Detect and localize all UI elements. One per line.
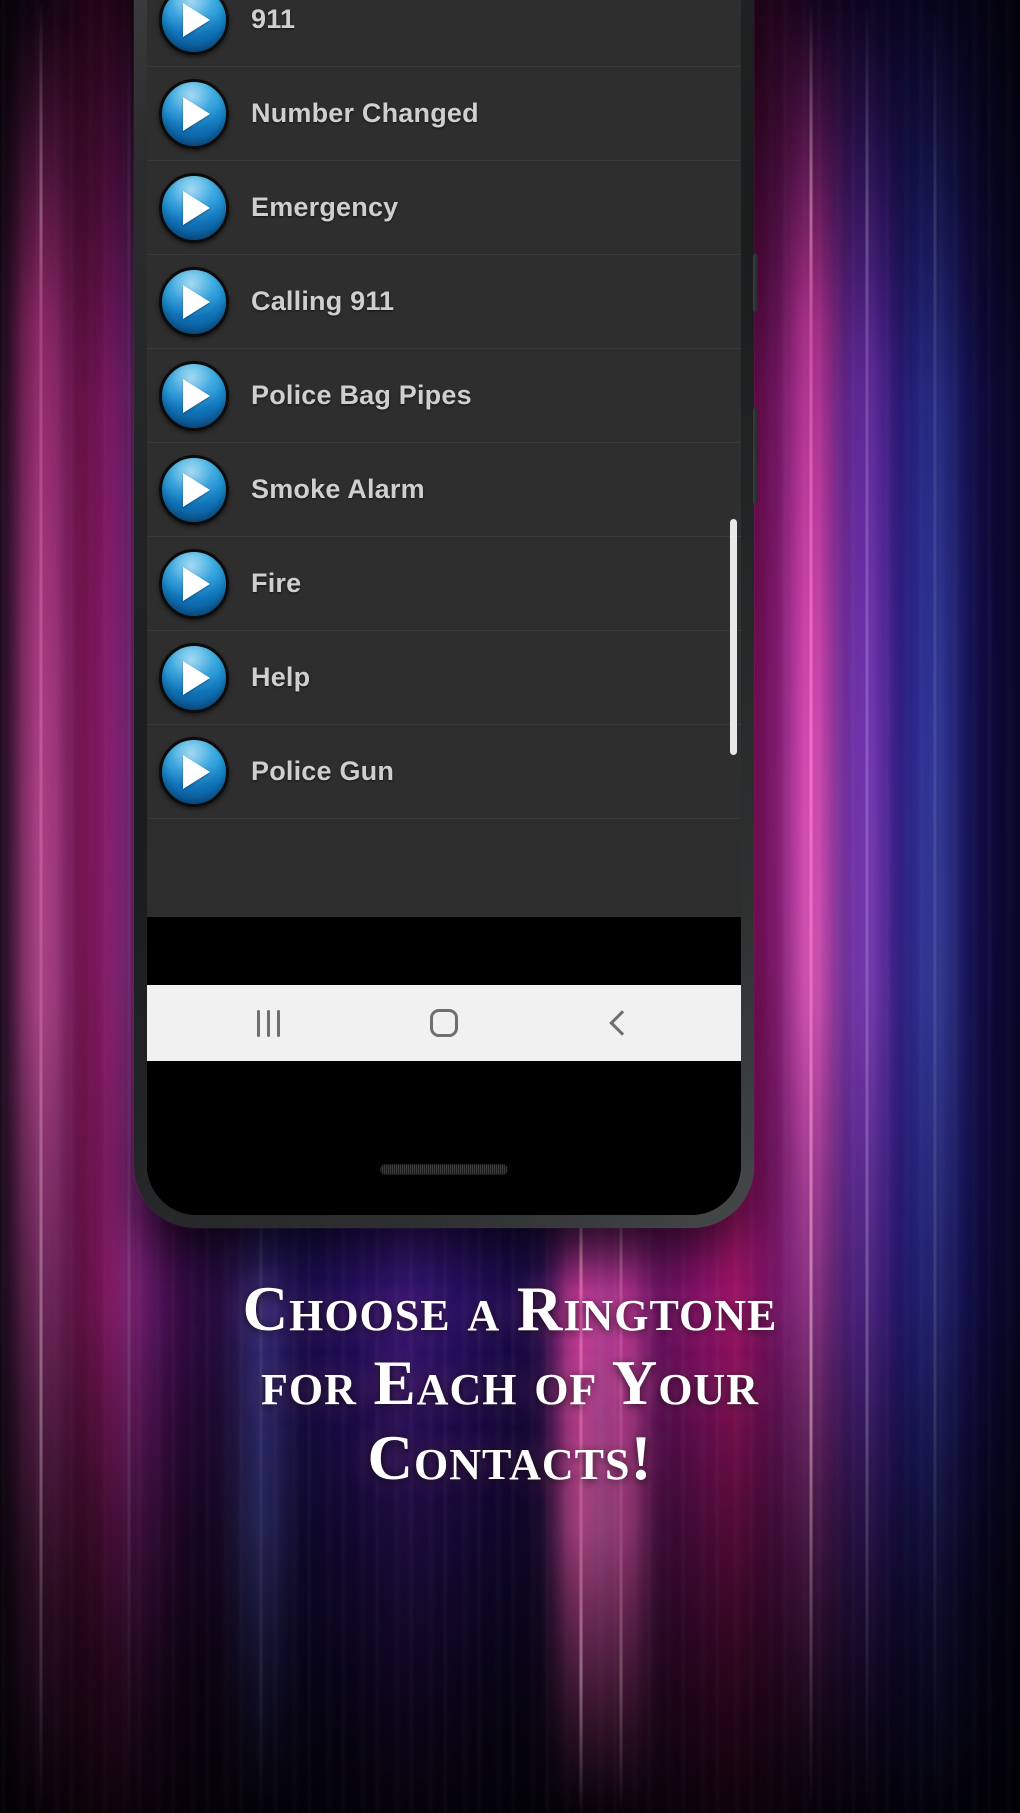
play-icon[interactable]: [159, 78, 229, 149]
ringtone-row[interactable]: Calling 911: [147, 255, 741, 349]
phone-power-button: [753, 254, 758, 312]
play-icon[interactable]: [159, 454, 229, 525]
play-triangle: [183, 284, 210, 319]
play-icon[interactable]: [159, 266, 229, 337]
recents-icon: [257, 1009, 281, 1037]
ringtone-row[interactable]: Fire: [147, 537, 741, 631]
ringtone-row[interactable]: Police Bag Pipes: [147, 349, 741, 443]
play-icon[interactable]: [159, 548, 229, 619]
play-icon[interactable]: [159, 172, 229, 243]
play-triangle: [183, 2, 210, 37]
home-icon: [429, 1009, 458, 1037]
ringtone-label: Emergency: [251, 192, 399, 222]
headline-line-2: for Each of Your: [261, 1348, 759, 1419]
app-screen: Police Ringtones Privacy ? Dad Siren911N…: [147, 0, 741, 1215]
ringtone-label: Police Gun: [251, 756, 395, 786]
ringtone-row[interactable]: 911: [147, 0, 741, 67]
ringtone-label: Police Bag Pipes: [251, 380, 472, 410]
play-icon[interactable]: [159, 360, 229, 431]
ringtone-label: Fire: [251, 568, 302, 598]
navigation-bottom-fill: [147, 1061, 741, 1123]
ringtone-label: 911: [251, 4, 296, 34]
nav-back-button[interactable]: [579, 993, 659, 1053]
ringtone-label: Smoke Alarm: [251, 474, 425, 504]
play-triangle: [183, 754, 210, 789]
phone-screen-bezel: Police Ringtones Privacy ? Dad Siren911N…: [147, 0, 741, 1215]
play-icon[interactable]: [159, 642, 229, 713]
ringtone-row[interactable]: Emergency: [147, 161, 741, 255]
ringtone-label: Calling 911: [251, 286, 395, 316]
phone-bottom-speaker-area: [147, 1123, 741, 1215]
nav-home-button[interactable]: [404, 993, 484, 1053]
ringtone-row[interactable]: Help: [147, 631, 741, 725]
promo-headline: Choose a Ringtone for Each of Your Conta…: [0, 1272, 1020, 1495]
ringtone-label: Number Changed: [251, 98, 479, 128]
system-navigation-bar: [147, 985, 741, 1061]
phone-mockup: Police Ringtones Privacy ? Dad Siren911N…: [134, 0, 758, 1228]
chevron-left-icon: [609, 1010, 635, 1036]
play-triangle: [183, 96, 210, 131]
ringtone-row[interactable]: Police Gun: [147, 725, 741, 819]
play-icon[interactable]: [159, 736, 229, 807]
play-triangle: [183, 566, 210, 601]
ringtone-row[interactable]: Number Changed: [147, 67, 741, 161]
play-triangle: [183, 378, 210, 413]
play-triangle: [183, 472, 210, 507]
headline-line-1: Choose a Ringtone: [242, 1274, 778, 1344]
speaker-grille-icon: [380, 1163, 508, 1175]
screen-bottom-padding: [147, 917, 741, 985]
list-scrollbar[interactable]: [730, 519, 737, 755]
headline-line-3: Contacts!: [367, 1422, 653, 1493]
ringtone-label: Help: [251, 662, 311, 692]
ringtone-list[interactable]: Dad Siren911Number ChangedEmergencyCalli…: [147, 0, 741, 917]
nav-recents-button[interactable]: [229, 993, 309, 1053]
play-icon[interactable]: [159, 0, 229, 55]
play-triangle: [183, 190, 210, 225]
phone-volume-button: [753, 408, 758, 504]
play-triangle: [183, 660, 210, 695]
ringtone-row[interactable]: Smoke Alarm: [147, 443, 741, 537]
